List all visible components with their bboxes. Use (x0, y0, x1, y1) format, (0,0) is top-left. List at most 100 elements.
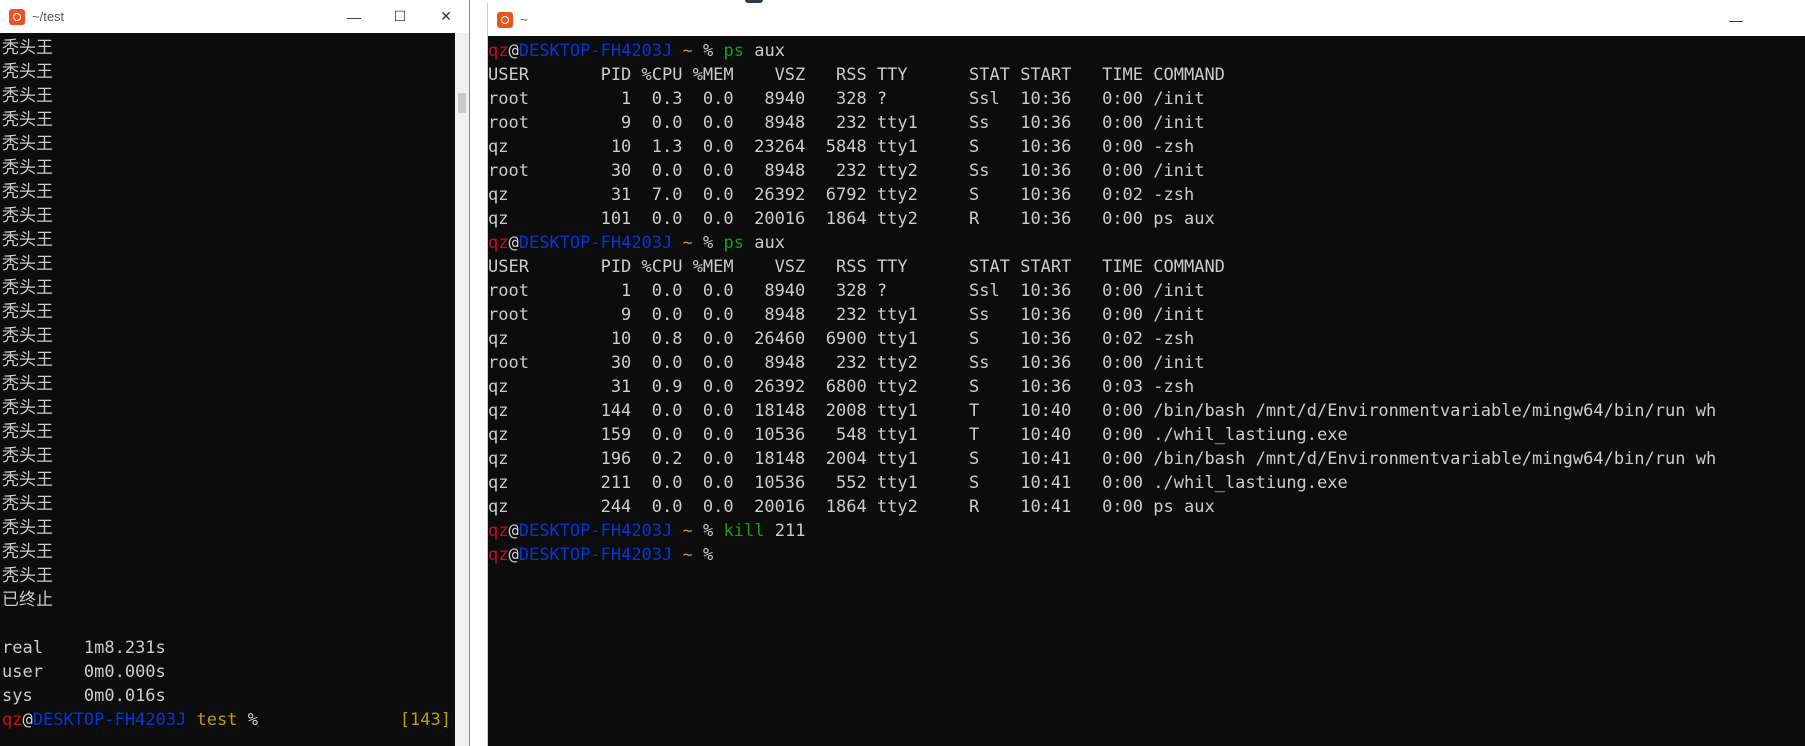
prompt-symbol: % (703, 41, 714, 61)
prompt-line: qz@DESKTOP-FH4203J ~ % kill 211 (488, 519, 1805, 543)
window-titlebar[interactable]: ~/test — ☐ ✕ (0, 0, 469, 33)
ps-row: root 30 0.0 0.0 8948 232 tty2 Ss 10:36 0… (488, 161, 1205, 181)
output-line: 秃头王 (2, 182, 53, 202)
prompt-cwd: ~ (682, 233, 693, 253)
prompt-cwd: ~ (682, 521, 693, 541)
prompt-host: DESKTOP-FH4203J (518, 545, 673, 565)
output-line: 秃头王 (2, 62, 53, 82)
output-line: 秃头王 (2, 350, 53, 370)
ps-row: qz 211 0.0 0.0 10536 552 tty1 S 10:41 0:… (488, 473, 1348, 493)
ps-row: qz 144 0.0 0.0 18148 2008 tty1 T 10:40 0… (488, 401, 1717, 421)
ps-row: qz 10 0.8 0.0 26460 6900 tty1 S 10:36 0:… (488, 329, 1195, 349)
ps-header: USER PID %CPU %MEM VSZ RSS TTY STAT STAR… (488, 257, 1225, 277)
timing-label: user (2, 662, 84, 682)
command-name: ps (723, 233, 744, 253)
output-line: 秃头王 (2, 206, 53, 226)
prompt-line: qz@DESKTOP-FH4203J ~ % (488, 543, 1805, 567)
ubuntu-app-icon (9, 8, 25, 25)
output-line: 秃头王 (2, 278, 53, 298)
command-args: aux (754, 41, 785, 61)
output-line: 秃头王 (2, 494, 53, 514)
timing-label: real (2, 638, 84, 658)
output-line: 秃头王 (2, 326, 53, 346)
timing-value: 0m0.000s (83, 662, 166, 682)
ps-row: root 9 0.0 0.0 8948 232 tty1 Ss 10:36 0:… (488, 305, 1205, 325)
minimize-button[interactable]: — (1713, 3, 1759, 36)
ps-row: qz 196 0.2 0.0 18148 2004 tty1 S 10:41 0… (488, 449, 1717, 469)
ps-row: root 1 0.0 0.0 8940 328 ? Ssl 10:36 0:00… (488, 281, 1205, 301)
output-line: 秃头王 (2, 38, 53, 58)
scrollbar[interactable] (455, 33, 469, 746)
maximize-button[interactable]: ☐ (377, 0, 423, 33)
output-line: 秃头王 (2, 518, 53, 538)
scrollbar-thumb[interactable] (458, 93, 466, 113)
timing-line: user 0m0.000s (2, 660, 469, 684)
ps-header: USER PID %CPU %MEM VSZ RSS TTY STAT STAR… (488, 65, 1225, 85)
prompt-user: qz (488, 41, 509, 61)
prompt-at: @ (508, 233, 519, 253)
ps-row: qz 31 0.9 0.0 26392 6800 tty2 S 10:36 0:… (488, 377, 1195, 397)
command-args: 211 (774, 521, 806, 541)
prompt-host: DESKTOP-FH4203J (32, 710, 187, 730)
maximize-button[interactable] (1759, 3, 1805, 36)
prompt-line: qz@DESKTOP-FH4203J test % [143] (2, 708, 469, 732)
terminal-window-test[interactable]: ~/test — ☐ ✕ 秃头王 秃头王 秃头王 秃头王 秃头王 秃头王 秃头王 秃头王 秃头王… (0, 0, 470, 746)
ps-row: qz 10 1.3 0.0 23264 5848 tty1 S 10:36 0:… (488, 137, 1195, 157)
ps-row: root 1 0.3 0.0 8940 328 ? Ssl 10:36 0:00… (488, 89, 1205, 109)
output-line: 秃头王 (2, 374, 53, 394)
prompt-symbol: % (703, 545, 714, 565)
prompt-user: qz (488, 521, 509, 541)
output-line: 秃头王 (2, 302, 53, 322)
timing-value: 1m8.231s (83, 638, 166, 658)
prompt-at: @ (508, 545, 519, 565)
ps-row: qz 101 0.0 0.0 20016 1864 tty2 R 10:36 0… (488, 209, 1215, 229)
terminal-window-home[interactable]: ~ — qz@DESKTOP-FH4203J ~ % ps aux USER PI… (487, 3, 1805, 746)
terminated-message: 已终止 (2, 590, 53, 610)
prompt-at: @ (508, 41, 519, 61)
window-titlebar[interactable]: ~ — (488, 3, 1805, 36)
return-code: [143] (399, 710, 451, 730)
prompt-symbol: % (247, 710, 258, 730)
prompt-host: DESKTOP-FH4203J (518, 521, 673, 541)
close-button[interactable]: ✕ (423, 0, 469, 33)
prompt-at: @ (22, 710, 33, 730)
window-title: ~ (520, 12, 528, 27)
output-line: 秃头王 (2, 134, 53, 154)
ps-row: qz 159 0.0 0.0 10536 548 tty1 T 10:40 0:… (488, 425, 1348, 445)
timing-line: real 1m8.231s (2, 636, 469, 660)
terminal-output[interactable]: qz@DESKTOP-FH4203J ~ % ps aux USER PID %C… (488, 36, 1805, 746)
output-line: 秃头王 (2, 446, 53, 466)
output-line: 秃头王 (2, 398, 53, 418)
command-name: kill (723, 521, 765, 541)
output-line: 秃头王 (2, 110, 53, 130)
prompt-line: qz@DESKTOP-FH4203J ~ % ps aux (488, 231, 1805, 255)
terminal-output[interactable]: 秃头王 秃头王 秃头王 秃头王 秃头王 秃头王 秃头王 秃头王 秃头王 秃头王 秃头王 秃头王 秃头王秃… (0, 33, 469, 746)
output-line: 秃头王 (2, 542, 53, 562)
prompt-user: qz (488, 233, 509, 253)
ps-row: qz 31 7.0 0.0 26392 6792 tty2 S 10:36 0:… (488, 185, 1195, 205)
command-args: aux (754, 233, 785, 253)
prompt-at: @ (508, 521, 519, 541)
prompt-line: qz@DESKTOP-FH4203J ~ % ps aux (488, 39, 1805, 63)
prompt-host: DESKTOP-FH4203J (518, 41, 673, 61)
output-line: 秃头王 (2, 158, 53, 178)
output-line: 秃头王 (2, 566, 53, 586)
prompt-symbol: % (703, 233, 714, 253)
timing-line: sys 0m0.016s (2, 684, 469, 708)
window-title: ~/test (32, 9, 65, 24)
ubuntu-app-icon (497, 11, 513, 28)
prompt-user: qz (2, 710, 23, 730)
minimize-button[interactable]: — (331, 0, 377, 33)
prompt-symbol: % (703, 521, 714, 541)
ps-row: qz 244 0.0 0.0 20016 1864 tty2 R 10:41 0… (488, 497, 1215, 517)
prompt-user: qz (488, 545, 509, 565)
timing-value: 0m0.016s (83, 686, 166, 706)
ps-row: root 30 0.0 0.0 8948 232 tty2 Ss 10:36 0… (488, 353, 1205, 373)
prompt-cwd: ~ (682, 41, 693, 61)
desktop-gap (471, 0, 487, 746)
output-line: 秃头王 (2, 86, 53, 106)
output-line: 秃头王 (2, 254, 53, 274)
prompt-host: DESKTOP-FH4203J (518, 233, 673, 253)
prompt-cwd: test (196, 710, 238, 730)
